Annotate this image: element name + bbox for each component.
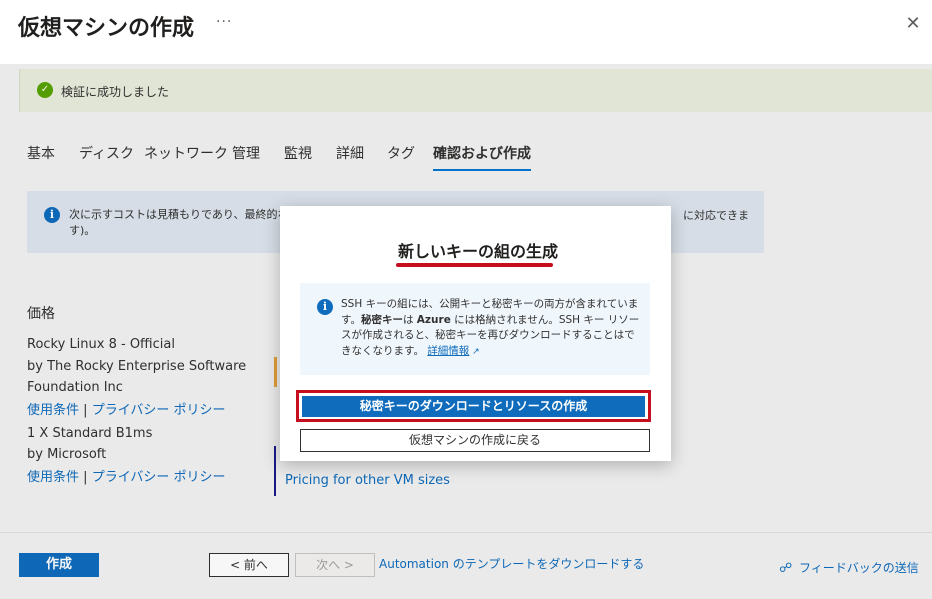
return-to-create-vm-button[interactable]: 仮想マシンの作成に戻る — [300, 429, 650, 452]
more-options-icon[interactable]: ··· — [216, 14, 232, 30]
page-title: 仮想マシンの作成 — [18, 16, 195, 41]
dialog-info-box: i SSH キーの組には、公開キーと秘密キーの両方が含まれています。秘密キーは … — [300, 283, 650, 375]
generate-key-dialog: 新しいキーの組の生成 i SSH キーの組には、公開キーと秘密キーの両方が含まれ… — [280, 206, 671, 461]
external-link-icon: ↗ — [469, 346, 480, 357]
title-highlight — [396, 263, 553, 267]
dialog-title: 新しいキーの組の生成 — [398, 242, 559, 261]
dialog-info-text: SSH キーの組には、公開キーと秘密キーの両方が含まれています。秘密キーは Az… — [341, 297, 641, 360]
info-bold1: 秘密キー — [360, 313, 403, 326]
header: 仮想マシンの作成 ··· ✕ — [0, 0, 932, 64]
info-part2: は — [402, 313, 414, 326]
download-key-and-create-button[interactable]: 秘密キーのダウンロードとリソースの作成 — [302, 396, 645, 417]
info-icon: i — [317, 299, 333, 315]
close-icon[interactable]: ✕ — [904, 15, 922, 33]
info-bold2: Azure — [416, 313, 451, 326]
learn-more-link[interactable]: 詳細情報 — [427, 345, 469, 357]
